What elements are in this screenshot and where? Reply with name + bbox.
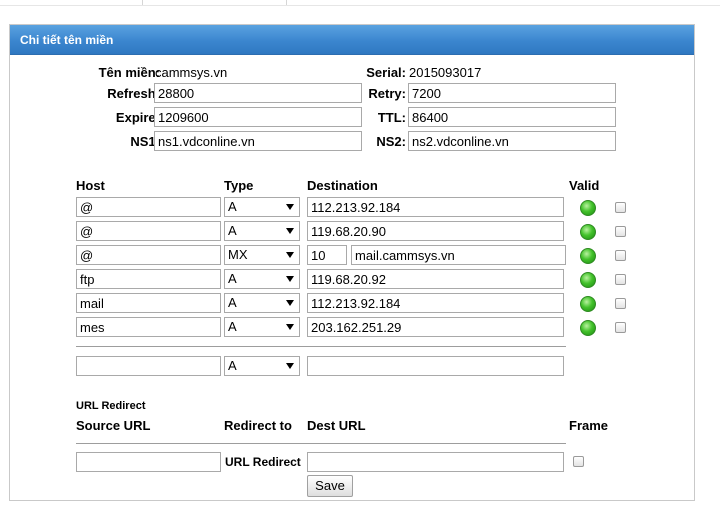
valid-status-icon xyxy=(580,320,596,336)
domain-detail-panel: Chi tiết tên miền Tên miền: cammsys.vn S… xyxy=(9,24,695,501)
dropdown-arrow-icon xyxy=(286,363,294,369)
valid-status-icon xyxy=(580,224,596,240)
dropdown-arrow-icon xyxy=(286,252,294,258)
records-divider xyxy=(76,346,566,347)
ns1-input[interactable] xyxy=(154,131,362,151)
record-host-input[interactable] xyxy=(76,221,221,241)
url-redirect-title: URL Redirect xyxy=(76,400,146,412)
dropdown-arrow-icon xyxy=(286,204,294,210)
record-checkbox[interactable] xyxy=(615,202,626,213)
destination-header: Destination xyxy=(307,178,378,193)
dropdown-arrow-icon xyxy=(286,276,294,282)
frame-header: Frame xyxy=(569,418,609,433)
source-url-input[interactable] xyxy=(76,452,221,472)
refresh-label: Refresh: xyxy=(107,86,160,101)
record-checkbox[interactable] xyxy=(615,322,626,333)
serial-label: Serial: xyxy=(366,65,406,80)
url-redirect-type-label: URL Redirect xyxy=(225,455,301,469)
dropdown-arrow-icon xyxy=(286,300,294,306)
record-destination-input[interactable] xyxy=(307,269,564,289)
record-checkbox[interactable] xyxy=(615,226,626,237)
record-checkbox[interactable] xyxy=(615,250,626,261)
top-tab-strip xyxy=(0,0,720,6)
record-host-input[interactable] xyxy=(76,197,221,217)
dest-url-header: Dest URL xyxy=(307,418,366,433)
record-checkbox[interactable] xyxy=(615,274,626,285)
tab-divider xyxy=(142,0,143,5)
valid-status-icon xyxy=(580,296,596,312)
valid-header: Valid xyxy=(569,178,600,193)
record-host-input[interactable] xyxy=(76,269,221,289)
domain-label: Tên miền: xyxy=(98,65,160,80)
record-destination-input[interactable] xyxy=(307,317,564,337)
dropdown-arrow-icon xyxy=(286,228,294,234)
retry-label: Retry: xyxy=(368,86,406,101)
host-header: Host xyxy=(76,178,105,193)
serial-value: 2015093017 xyxy=(409,65,482,80)
record-type-select[interactable]: MX xyxy=(224,245,300,265)
valid-status-icon xyxy=(580,200,596,216)
new-record-type-select[interactable]: A xyxy=(224,356,300,376)
expire-input[interactable] xyxy=(154,107,362,127)
tab-divider xyxy=(286,0,287,5)
domain-value: cammsys.vn xyxy=(155,65,228,80)
record-host-input[interactable] xyxy=(76,317,221,337)
new-record-host-input[interactable] xyxy=(76,356,221,376)
record-checkbox[interactable] xyxy=(615,298,626,309)
panel-title: Chi tiết tên miền xyxy=(10,25,694,55)
record-type-select[interactable]: A xyxy=(224,197,300,217)
source-url-header: Source URL xyxy=(76,418,151,433)
record-type-select[interactable]: A xyxy=(224,293,300,313)
refresh-input[interactable] xyxy=(154,83,362,103)
record-destination-input[interactable] xyxy=(351,245,566,265)
record-destination-input[interactable] xyxy=(307,221,564,241)
ttl-label: TTL: xyxy=(377,110,406,125)
record-destination-input[interactable] xyxy=(307,197,564,217)
record-host-input[interactable] xyxy=(76,245,221,265)
mx-priority-input[interactable] xyxy=(307,245,347,265)
new-record-destination-input[interactable] xyxy=(307,356,564,376)
valid-status-icon xyxy=(580,272,596,288)
ttl-input[interactable] xyxy=(408,107,616,127)
record-destination-input[interactable] xyxy=(307,293,564,313)
dest-url-input[interactable] xyxy=(307,452,564,472)
record-host-input[interactable] xyxy=(76,293,221,313)
ns2-input[interactable] xyxy=(408,131,616,151)
ns2-label: NS2: xyxy=(376,134,406,149)
record-type-select[interactable]: A xyxy=(224,317,300,337)
record-type-select[interactable]: A xyxy=(224,221,300,241)
retry-input[interactable] xyxy=(408,83,616,103)
save-button[interactable]: Save xyxy=(307,475,353,497)
record-type-select[interactable]: A xyxy=(224,269,300,289)
redirect-divider xyxy=(76,443,566,444)
frame-checkbox[interactable] xyxy=(573,456,584,467)
valid-status-icon xyxy=(580,248,596,264)
redirect-to-header: Redirect to xyxy=(224,418,292,433)
type-header: Type xyxy=(224,178,254,193)
dropdown-arrow-icon xyxy=(286,324,294,330)
